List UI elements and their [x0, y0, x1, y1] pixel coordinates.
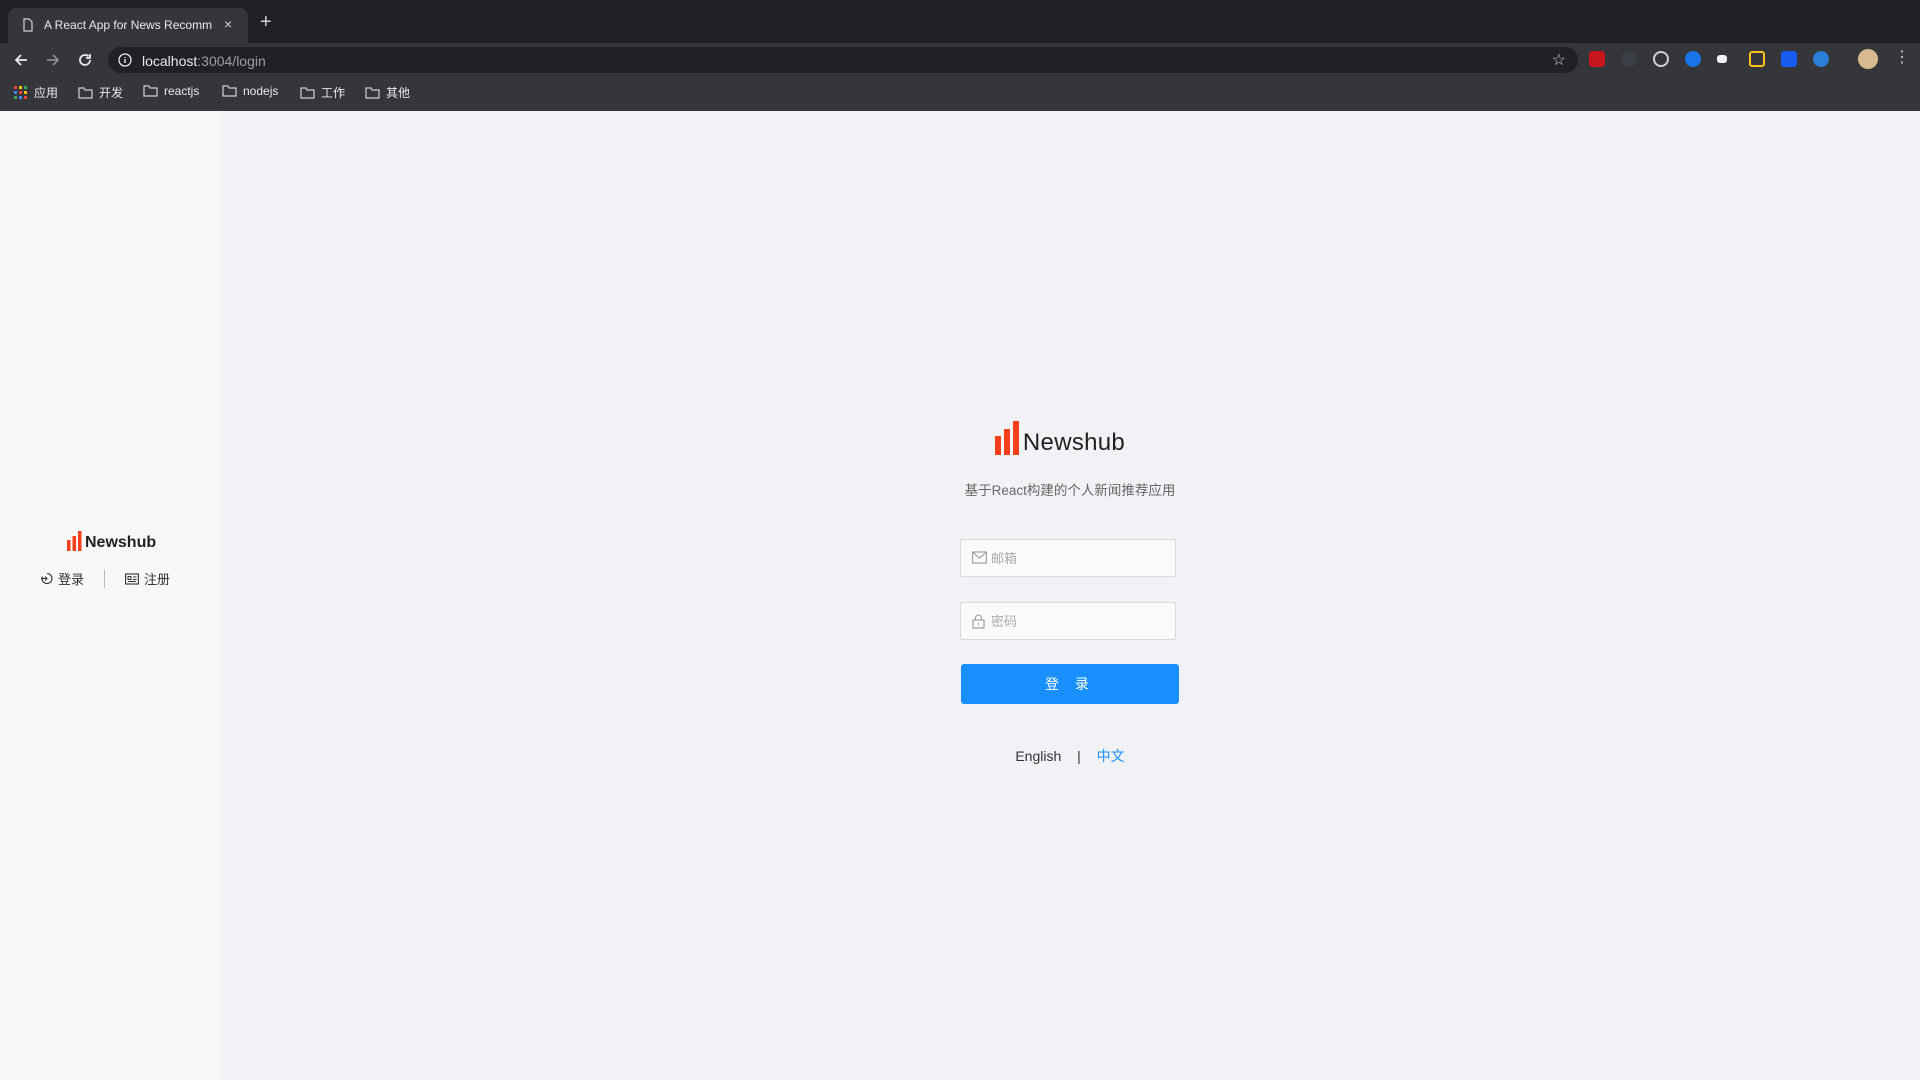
folder-icon [365, 86, 380, 99]
bookmark-folder-other[interactable]: 其他 [365, 84, 410, 101]
login-icon [41, 572, 53, 584]
id-card-icon [125, 572, 139, 585]
profile-avatar[interactable] [1858, 49, 1878, 69]
bookmark-folder-reactjs[interactable]: reactjs [143, 84, 199, 98]
newshub-logo-icon [67, 531, 82, 551]
email-field[interactable] [960, 539, 1176, 577]
reload-icon[interactable] [76, 51, 94, 69]
dropbox-extension-icon[interactable] [1781, 51, 1797, 67]
close-tab-icon[interactable]: × [224, 16, 232, 32]
sidebar-register-link[interactable]: 注册 [125, 569, 170, 588]
adblock-icon[interactable] [1589, 51, 1605, 67]
bookmark-star-icon[interactable]: ☆ [1552, 50, 1566, 70]
password-input[interactable] [991, 603, 1171, 639]
folder-icon [300, 86, 315, 99]
bookmark-label: nodejs [243, 84, 279, 98]
bookmark-folder-work[interactable]: 工作 [300, 84, 345, 101]
bookmark-label: 其他 [386, 86, 411, 100]
bookmark-label: 工作 [321, 86, 346, 100]
lang-chinese[interactable]: 中文 [1097, 748, 1125, 764]
tab-title: A React App for News Recomm [44, 18, 213, 32]
sidebar-auth-links: 登录 注册 [40, 569, 170, 588]
sidebar-logo[interactable]: Newshub [67, 531, 156, 551]
bookmark-apps[interactable]: 应用 [14, 84, 58, 101]
sidebar-logo-text: Newshub [85, 534, 157, 551]
app-subtitle: 基于React构建的个人新闻推荐应用 [964, 483, 1176, 498]
browser-menu-icon[interactable]: ⋮ [1894, 50, 1910, 66]
bookmark-label: 开发 [99, 86, 124, 100]
blue-extension-icon[interactable] [1685, 51, 1701, 67]
info-icon[interactable] [118, 53, 132, 67]
bookmark-folder-nodejs[interactable]: nodejs [222, 84, 278, 98]
sync-extension-icon[interactable] [1813, 51, 1829, 67]
newshub-logo-icon [994, 421, 1019, 455]
bookmarks-bar: 应用 开发 reactjs nodejs 工作 其他 [0, 76, 1920, 112]
folder-icon [222, 85, 237, 97]
react-devtools-icon[interactable] [1621, 51, 1637, 67]
sidebar-register-label: 注册 [144, 572, 171, 587]
browser-tab[interactable]: A React App for News Recomm × [8, 8, 248, 43]
bookmark-label: 应用 [34, 86, 59, 100]
logo-text: Newshub [1022, 429, 1126, 456]
forward-icon[interactable] [44, 51, 62, 69]
grid-extension-icon[interactable] [1749, 51, 1765, 67]
apps-grid-icon [14, 85, 27, 99]
sidebar: Newshub 登录 注册 [0, 111, 220, 1080]
sidebar-divider [104, 569, 106, 588]
new-tab-button[interactable]: + [260, 12, 272, 32]
bookmark-folder-dev[interactable]: 开发 [78, 84, 123, 101]
lang-english[interactable]: English [1015, 748, 1061, 764]
login-button[interactable]: 登 录 [961, 664, 1179, 704]
circle-extension-icon[interactable] [1653, 51, 1669, 67]
password-field[interactable] [960, 602, 1176, 640]
browser-toolbar: localhost:3004/login ☆ ⋮ [0, 43, 1920, 76]
email-input[interactable] [991, 540, 1171, 576]
page-icon [23, 18, 33, 32]
address-bar[interactable]: localhost:3004/login ☆ [108, 47, 1578, 73]
folder-icon [78, 86, 93, 99]
url-text: localhost:3004/login [142, 53, 266, 69]
login-panel: Newshub 基于React构建的个人新闻推荐应用 登 录 English |… [960, 421, 1180, 766]
bookmark-label: reactjs [164, 84, 200, 98]
lang-separator: | [1077, 748, 1081, 764]
page-content: Newshub 登录 注册 Newshub 基于React构建的个人新闻推荐应用 [0, 111, 1920, 1080]
newshub-logo: Newshub [940, 421, 1180, 455]
sidebar-login-label: 登录 [58, 572, 85, 587]
tab-strip: A React App for News Recomm × + [0, 0, 1920, 43]
screen-extension-icon[interactable] [1717, 55, 1727, 63]
sidebar-login-link[interactable]: 登录 [40, 569, 84, 588]
lock-icon [972, 614, 985, 629]
folder-icon [143, 85, 158, 97]
back-icon[interactable] [12, 51, 30, 69]
mail-icon [972, 551, 987, 564]
language-switcher: English | 中文 [960, 746, 1180, 766]
